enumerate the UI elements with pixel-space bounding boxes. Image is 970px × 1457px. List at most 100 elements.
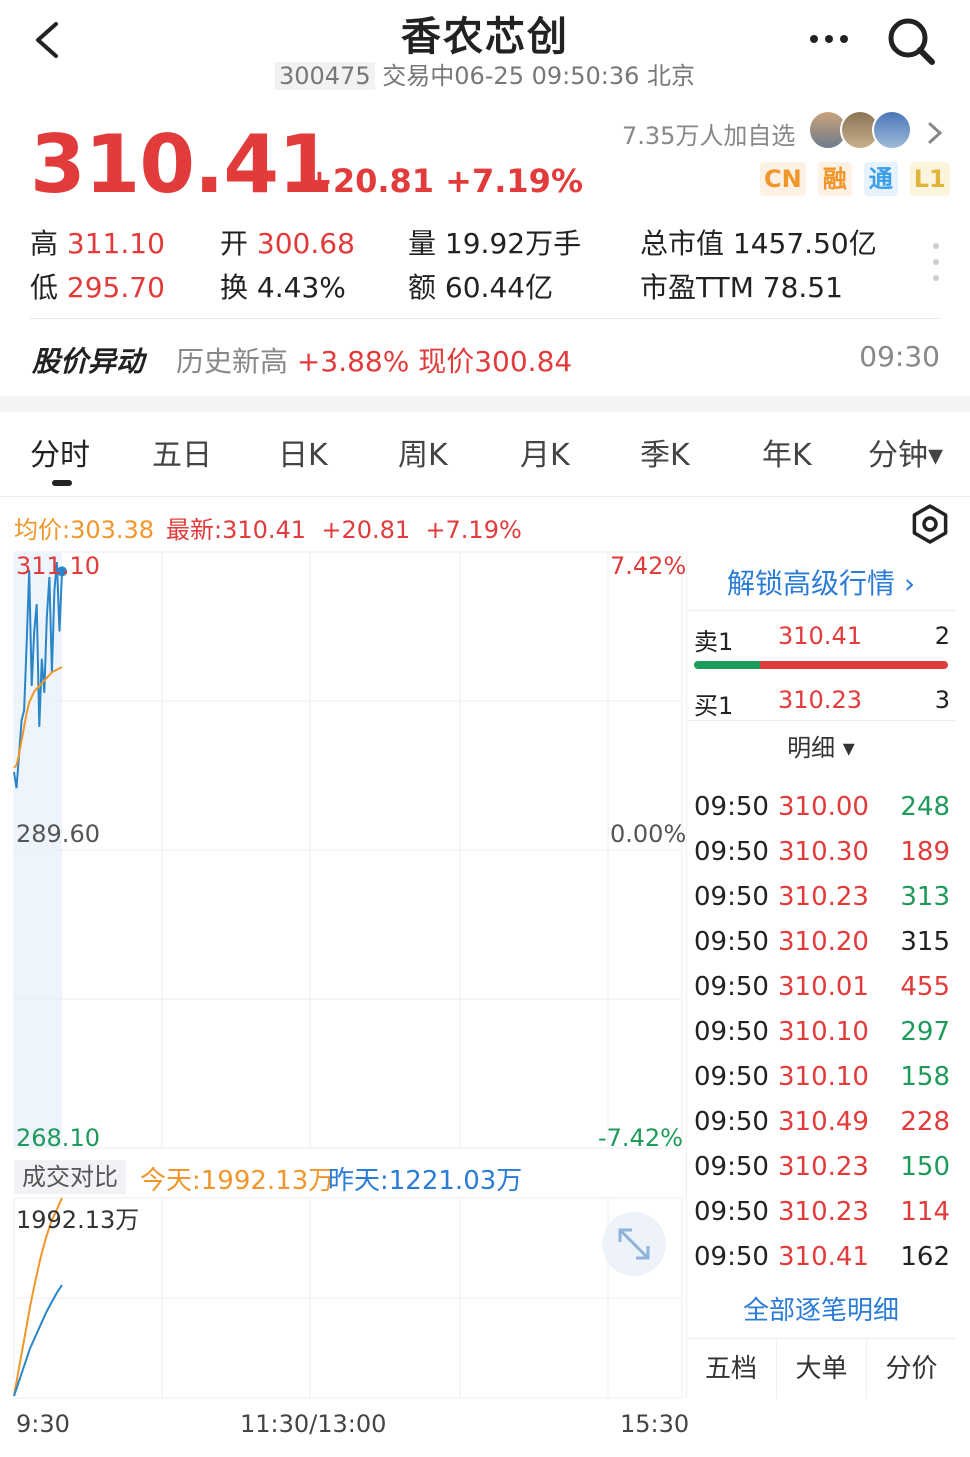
stat-pe: 市盈TTM 78.51 [640,271,843,304]
tick-time: 09:50 [694,1062,769,1092]
price-axis-mid: 289.60 [16,820,100,848]
tick-row: 09:50 310.49 228 [694,1107,950,1152]
tick-qty: 315 [900,927,950,957]
tick-price: 310.20 [778,927,869,957]
tick-row: 09:50 310.00 248 [694,792,950,837]
volume-compare-label[interactable]: 成交对比 [14,1160,126,1194]
tab-weekly-k[interactable]: 周K [398,430,448,474]
expand-button[interactable] [602,1212,666,1276]
tick-qty: 114 [900,1197,950,1227]
tick-price: 310.23 [778,882,869,912]
alert-time: 09:30 [859,340,940,373]
time-label-close: 15:30 [620,1410,690,1438]
tab-price-distribution[interactable]: 分价 [866,1339,956,1399]
tick-row: 09:50 310.23 114 [694,1197,950,1242]
more-icon[interactable] [806,24,852,54]
tick-price: 310.23 [778,1197,869,1227]
badge-cn: CN [760,162,806,196]
chevron-right-icon[interactable] [922,118,946,148]
settings-icon[interactable] [910,504,950,544]
current-price: 310.41 [30,118,334,211]
stat-turnover: 换 4.43% [220,271,346,304]
stock-code: 300475 [274,62,375,90]
follower-avatars[interactable] [808,110,912,154]
detail-dropdown[interactable]: 明细 ▾ [686,728,956,763]
stat-open: 开 300.68 [220,227,355,260]
tick-price: 310.49 [778,1107,869,1137]
tick-qty: 248 [900,792,950,822]
tab-five-day[interactable]: 五日 [152,430,212,474]
section-separator [0,396,970,412]
tick-time: 09:50 [694,837,769,867]
search-icon[interactable] [884,14,938,68]
intraday-chart[interactable] [0,548,686,1408]
time-label-open: 9:30 [16,1410,70,1438]
tick-price: 310.10 [778,1017,869,1047]
ask-ratio-bar [760,661,948,669]
alert-value: +3.88% 现价300.84 [296,345,573,378]
market-badges: CN 融 通 L1 [760,162,950,196]
unlock-advanced-quotes[interactable]: 解锁高级行情 › [686,562,956,602]
tick-qty: 455 [900,972,950,1002]
stock-status: 300475 交易中06-25 09:50:36 北京 [0,56,970,91]
tick-time: 09:50 [694,792,769,822]
tick-qty: 189 [900,837,950,867]
time-label-midday: 11:30/13:00 [240,1410,387,1438]
divider [686,610,956,611]
tick-list[interactable]: 09:50 310.00 248 09:50 310.30 189 09:50 310.23 3… [686,760,956,1280]
tick-price: 310.30 [778,837,869,867]
tick-time: 09:50 [694,1017,769,1047]
stat-low: 低 295.70 [30,271,165,304]
tab-active-indicator [52,480,72,486]
change-amount: +20.81 [306,162,435,200]
badge-margin: 融 [817,162,852,196]
volume-yesterday-line [13,1284,63,1397]
tick-qty: 228 [900,1107,950,1137]
tick-row: 09:50 310.10 297 [694,1017,950,1062]
avatar [872,110,912,150]
alert-text[interactable]: 历史新高 +3.88% 现价300.84 [176,340,572,380]
tab-quarterly-k[interactable]: 季K [640,430,690,474]
more-stats-icon[interactable] [928,240,944,284]
all-ticks-link[interactable]: 全部逐笔明细 [686,1290,956,1327]
price-axis-top: 311.10 [16,552,100,580]
tick-time: 09:50 [694,972,769,1002]
stats-grid: 高 311.10 低 295.70 开 300.68 换 4.43% 量 19.… [30,222,930,304]
followers-count[interactable]: 7.35万人加自选 [622,116,795,151]
tick-row: 09:50 310.23 150 [694,1152,950,1197]
pct-axis-mid: 0.00% [610,820,687,848]
tick-row: 09:50 310.23 313 [694,882,950,927]
tick-time: 09:50 [694,1107,769,1137]
badge-connect: 通 [863,162,898,196]
expand-icon [618,1228,650,1260]
price-axis-bottom: 268.10 [16,1124,100,1152]
tab-five-levels[interactable]: 五档 [686,1339,776,1399]
tab-minute[interactable]: 分钟▾ [868,430,943,474]
alert-title: 股价异动 [32,345,145,378]
tab-large-orders[interactable]: 大单 [776,1339,866,1399]
volume-yesterday: 昨天:1221.03万 [328,1166,523,1196]
divider [30,318,940,319]
stat-amount: 额 60.44亿 [408,271,554,304]
volume-max-label: 1992.13万 [16,1206,140,1234]
tick-qty: 313 [900,882,950,912]
latest-price: 最新:310.41 +20.81 +7.19% [166,516,522,544]
bid-ratio-bar [694,661,760,669]
tick-row: 09:50 310.20 315 [694,927,950,972]
tick-row: 09:50 310.41 162 [694,1242,950,1280]
tick-qty: 297 [900,1017,950,1047]
tick-price: 310.10 [778,1062,869,1092]
tick-time: 09:50 [694,1197,769,1227]
price-change: +20.81 +7.19% [306,162,583,200]
tab-yearly-k[interactable]: 年K [762,430,812,474]
tick-price: 310.41 [778,1242,869,1272]
tick-price: 310.23 [778,1152,869,1182]
tab-daily-k[interactable]: 日K [278,430,328,474]
trading-status: 交易中06-25 09:50:36 北京 [382,62,696,90]
pct-axis-bottom: -7.42% [598,1124,683,1152]
chart-tabs: 分时 五日 日K 周K 月K 季K 年K 分钟▾ [0,430,970,480]
tick-time: 09:50 [694,927,769,957]
tab-intraday[interactable]: 分时 [30,430,90,474]
tick-row [694,760,950,779]
tab-monthly-k[interactable]: 月K [520,430,570,474]
